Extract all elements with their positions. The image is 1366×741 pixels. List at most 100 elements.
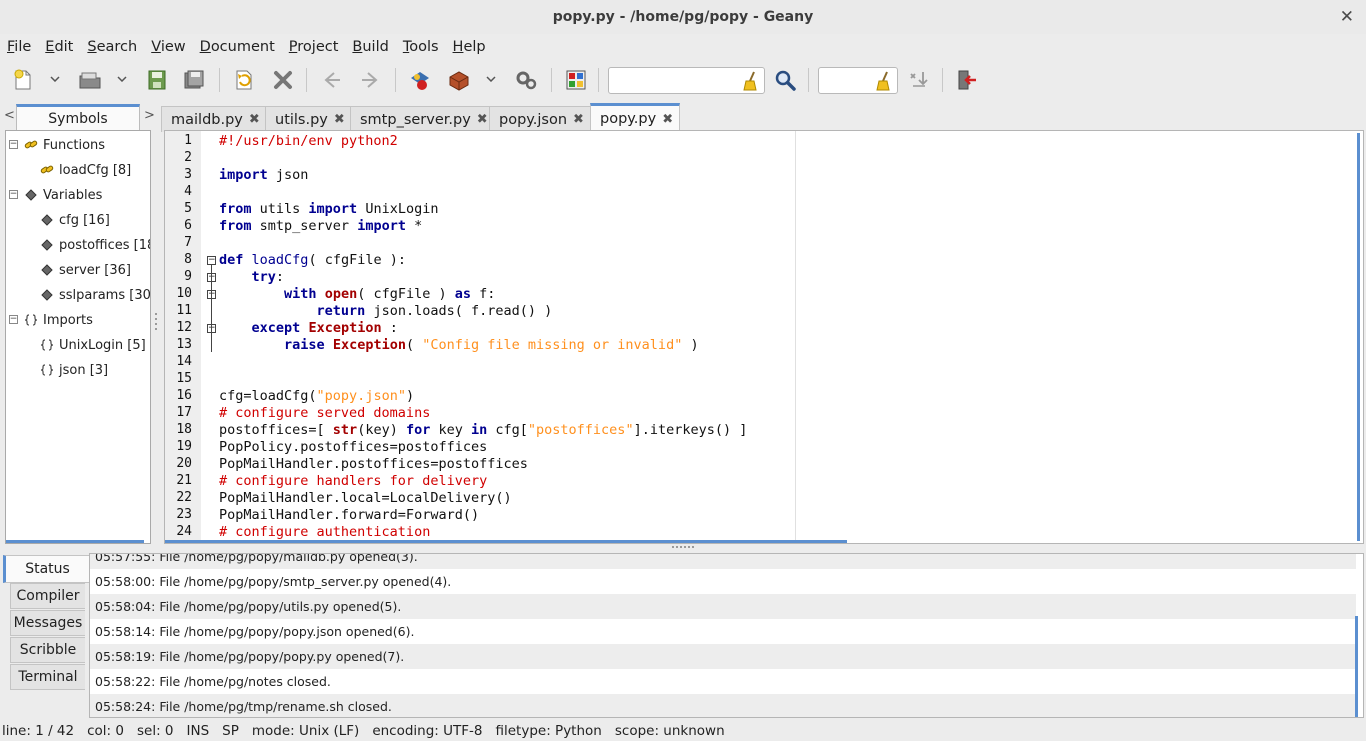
tab-compiler[interactable]: Compiler xyxy=(10,583,85,609)
forward-icon[interactable] xyxy=(357,67,383,93)
tab-maildb-py[interactable]: maildb.py ✖ xyxy=(161,106,267,132)
tab-close-icon[interactable]: ✖ xyxy=(249,112,260,127)
clear-search-broom-icon[interactable] xyxy=(742,71,760,91)
code-line[interactable]: cfg=loadCfg("popy.json") xyxy=(219,388,414,404)
menu-build[interactable]: Build xyxy=(352,39,388,55)
fold-toggle-icon[interactable]: − xyxy=(207,256,216,265)
import-icon xyxy=(40,338,54,352)
status-message-row[interactable]: 05:57:55: File /home/pg/popy/maildb.py o… xyxy=(90,554,1356,569)
tab-scribble[interactable]: Scribble xyxy=(10,637,85,663)
close-file-icon[interactable] xyxy=(270,67,296,93)
symbol-item[interactable]: UnixLogin [5] xyxy=(40,334,146,356)
sidebar-scroll-left-button[interactable]: < xyxy=(4,108,15,123)
code-line[interactable]: from smtp_server import * xyxy=(219,218,422,234)
tab-close-icon[interactable]: ✖ xyxy=(334,112,345,127)
code-editor[interactable]: 1 2 3 4 5 6 7 8 9 10 11 12 13 14 15 16 17 18 19 20 21 22 23 24 … xyxy=(164,130,1364,544)
import-icon xyxy=(40,363,54,377)
tree-expander-icon[interactable]: − xyxy=(9,140,18,149)
symbol-item[interactable]: sslparams [30] xyxy=(40,284,150,306)
menu-file[interactable]: File xyxy=(7,39,31,55)
editor-vertical-scroll-indicator[interactable] xyxy=(1357,133,1360,541)
open-file-icon[interactable] xyxy=(77,67,103,93)
symbol-item[interactable]: json [3] xyxy=(40,359,108,381)
code-line[interactable]: PopMailHandler.postoffices=postoffices xyxy=(219,456,528,472)
symbol-item[interactable]: server [36] xyxy=(40,259,131,281)
code-line[interactable]: except Exception : xyxy=(219,320,398,336)
tab-close-icon[interactable]: ✖ xyxy=(573,112,584,127)
save-all-icon[interactable] xyxy=(181,67,207,93)
goto-line-icon[interactable] xyxy=(906,67,932,93)
tab-close-icon[interactable]: ✖ xyxy=(477,112,488,127)
compile-icon[interactable] xyxy=(407,67,433,93)
symbol-group-imports[interactable]: − Imports xyxy=(9,309,93,331)
tab-smtp-server-py[interactable]: smtp_server.py ✖ xyxy=(350,106,495,132)
symbol-item[interactable]: postoffices [18 xyxy=(40,234,150,256)
menu-document[interactable]: Document xyxy=(200,39,275,55)
build-menu-chevron-icon[interactable] xyxy=(485,72,497,86)
tab-popy-json[interactable]: popy.json ✖ xyxy=(489,106,591,132)
symbol-item[interactable]: cfg [16] xyxy=(40,209,110,231)
menu-project[interactable]: Project xyxy=(289,39,339,55)
tree-expander-icon[interactable]: − xyxy=(9,315,18,324)
build-icon[interactable] xyxy=(446,67,472,93)
status-message-row[interactable]: 05:58:04: File /home/pg/popy/utils.py op… xyxy=(90,594,1356,619)
status-message-row[interactable]: 05:58:22: File /home/pg/notes closed. xyxy=(90,669,1356,694)
new-file-menu-chevron-icon[interactable] xyxy=(49,72,61,86)
clear-goto-broom-icon[interactable] xyxy=(875,71,893,91)
code-line[interactable]: def loadCfg( cfgFile ): xyxy=(219,252,406,268)
code-line[interactable]: PopPolicy.postoffices=postoffices xyxy=(219,439,487,455)
code-line[interactable]: postoffices=[ str(key) for key in cfg["p… xyxy=(219,422,747,438)
sidebar-scroll-right-button[interactable]: > xyxy=(144,108,155,123)
status-message-row[interactable]: 05:58:00: File /home/pg/popy/smtp_server… xyxy=(90,569,1356,594)
code-line[interactable]: PopMailHandler.local=LocalDelivery() xyxy=(219,490,512,506)
search-input[interactable] xyxy=(609,68,764,93)
sidebar-pane-handle[interactable] xyxy=(154,310,158,340)
menu-search[interactable]: Search xyxy=(87,39,137,55)
menu-view[interactable]: View xyxy=(151,39,185,55)
code-line[interactable]: PopMailHandler.forward=Forward() xyxy=(219,507,479,523)
quit-icon[interactable] xyxy=(954,67,980,93)
status-message-row[interactable]: 05:58:14: File /home/pg/popy/popy.json o… xyxy=(90,619,1356,644)
open-recent-chevron-icon[interactable] xyxy=(116,72,128,86)
menu-edit[interactable]: Edit xyxy=(45,39,73,55)
code-line[interactable]: from utils import UnixLogin xyxy=(219,201,438,217)
window-close-button[interactable]: ✕ xyxy=(1340,7,1354,27)
editor-horizontal-scroll-indicator[interactable] xyxy=(165,540,847,543)
tab-close-icon[interactable]: ✖ xyxy=(662,112,673,127)
tab-symbols[interactable]: Symbols xyxy=(16,104,140,131)
status-message-row[interactable]: 05:58:19: File /home/pg/popy/popy.py ope… xyxy=(90,644,1356,669)
code-line[interactable]: # configure authentication xyxy=(219,524,430,540)
code-line[interactable]: return json.loads( f.read() ) xyxy=(219,303,553,319)
tab-label: Messages xyxy=(13,615,83,631)
execute-icon[interactable] xyxy=(513,67,539,93)
code-token: loadCfg xyxy=(251,252,309,268)
save-icon[interactable] xyxy=(144,67,170,93)
tab-label: Status xyxy=(25,561,70,577)
tab-status[interactable]: Status xyxy=(3,555,89,583)
code-line[interactable]: with open( cfgFile ) as f: xyxy=(219,286,495,302)
code-line[interactable]: raise Exception( "Config file missing or… xyxy=(219,337,699,353)
symbol-item[interactable]: loadCfg [8] xyxy=(40,159,131,181)
revert-icon[interactable] xyxy=(231,67,257,93)
tab-popy-py[interactable]: popy.py ✖ xyxy=(590,103,681,132)
tree-expander-icon[interactable]: − xyxy=(9,190,18,199)
tab-terminal[interactable]: Terminal xyxy=(10,664,85,690)
code-line[interactable]: # configure handlers for delivery xyxy=(219,473,487,489)
status-message-row[interactable]: 05:58:24: File /home/pg/tmp/rename.sh cl… xyxy=(90,694,1356,717)
message-pane-handle[interactable] xyxy=(672,546,696,548)
new-file-icon[interactable] xyxy=(10,67,36,93)
code-line[interactable]: try: xyxy=(219,269,285,285)
color-chooser-icon[interactable] xyxy=(563,67,589,93)
find-icon[interactable] xyxy=(772,67,798,93)
messages-scroll-indicator[interactable] xyxy=(1355,616,1358,717)
back-icon[interactable] xyxy=(319,67,345,93)
symbol-group-variables[interactable]: − Variables xyxy=(9,184,102,206)
code-line[interactable]: #!/usr/bin/env python2 xyxy=(219,133,398,149)
menu-tools[interactable]: Tools xyxy=(403,39,439,55)
tab-utils-py[interactable]: utils.py ✖ xyxy=(265,106,352,132)
code-line[interactable]: # configure served domains xyxy=(219,405,430,421)
symbol-group-functions[interactable]: − Functions xyxy=(9,134,105,156)
tab-messages[interactable]: Messages xyxy=(10,610,85,636)
code-line[interactable]: import json xyxy=(219,167,308,183)
menu-help[interactable]: Help xyxy=(453,39,486,55)
